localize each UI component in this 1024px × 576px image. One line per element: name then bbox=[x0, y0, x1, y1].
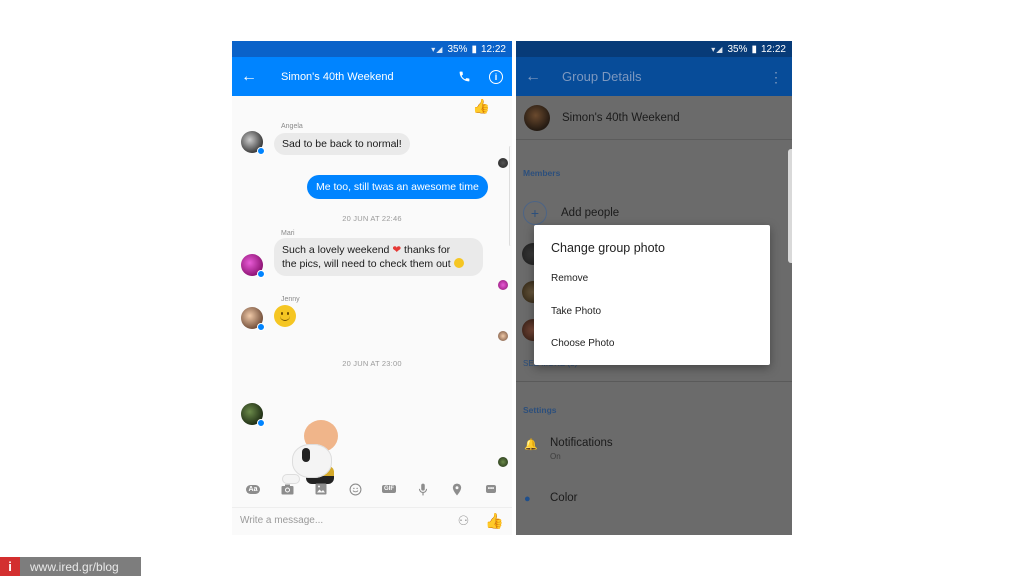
choose-photo-option[interactable]: Choose Photo bbox=[551, 338, 614, 349]
gif-button[interactable]: GIF bbox=[380, 482, 398, 496]
message-input[interactable] bbox=[240, 515, 458, 526]
emoji-button[interactable] bbox=[346, 482, 364, 496]
conversation-title: Simon's 40th Weekend bbox=[281, 70, 394, 83]
members-section-label: Members bbox=[523, 168, 561, 178]
clock: 12:22 bbox=[760, 43, 786, 55]
settings-section-label: Settings bbox=[523, 405, 557, 415]
more-button[interactable]: ••• bbox=[482, 482, 500, 496]
location-button[interactable] bbox=[448, 482, 466, 496]
add-people-label: Add people bbox=[561, 207, 620, 219]
message-bubble[interactable]: Sad to be back to normal! bbox=[274, 133, 410, 155]
read-receipt-avatar bbox=[498, 331, 508, 341]
image-icon bbox=[315, 483, 327, 495]
screenshot-canvas: ▾◢ 35% ▮ 12:22 ← Simon's 40th Weekend i … bbox=[0, 0, 1024, 576]
like-button-icon[interactable]: 👍 bbox=[485, 512, 504, 530]
avatar-mari[interactable] bbox=[241, 254, 265, 278]
message-bubble[interactable]: Such a lovely weekend ❤ thanks for the p… bbox=[274, 238, 483, 276]
clock: 12:22 bbox=[480, 43, 506, 55]
signal-icon: ▾◢ bbox=[711, 44, 724, 54]
remove-photo-option[interactable]: Remove bbox=[551, 273, 588, 284]
thumbs-up-icon: 👍 bbox=[472, 98, 490, 114]
battery-level: 35% bbox=[447, 43, 468, 55]
overflow-menu-button[interactable]: ⋮ bbox=[760, 70, 792, 84]
edge-panel-handle[interactable] bbox=[788, 149, 792, 263]
info-icon: i bbox=[489, 69, 503, 84]
plus-icon: + bbox=[523, 201, 547, 225]
composer-toolbar: Aa GIF ••• bbox=[232, 475, 512, 503]
change-group-photo-dialog: Change group photo Remove Take Photo Cho… bbox=[534, 225, 770, 365]
avatar-angela[interactable] bbox=[241, 131, 265, 155]
palette-icon: ● bbox=[524, 493, 531, 505]
camera-button[interactable] bbox=[278, 482, 296, 496]
smiley-emoji-icon bbox=[453, 258, 464, 268]
more-icon: ••• bbox=[485, 485, 497, 493]
back-arrow-icon[interactable]: ← bbox=[516, 68, 550, 86]
bell-icon: 🔔 bbox=[524, 439, 538, 451]
text-style-button[interactable]: Aa bbox=[244, 482, 262, 496]
message-composer: ⚇ 👍 bbox=[232, 507, 512, 533]
read-receipt-avatar bbox=[498, 158, 508, 168]
phone-icon bbox=[459, 71, 469, 82]
message-list[interactable]: 👍 Angela Sad to be back to normal! Me to… bbox=[232, 96, 512, 484]
avatar-sender[interactable] bbox=[241, 403, 265, 427]
heart-emoji-icon: ❤ bbox=[392, 244, 402, 256]
message-text: thanks for bbox=[401, 244, 451, 256]
microphone-button[interactable] bbox=[414, 482, 432, 496]
smiley-icon bbox=[349, 483, 361, 495]
sender-name: Mari bbox=[281, 230, 295, 237]
kebab-menu-icon: ⋮ bbox=[769, 68, 783, 85]
smiley-emoji-icon[interactable] bbox=[274, 305, 296, 327]
setting-title: Color bbox=[550, 492, 578, 504]
read-receipt-avatar bbox=[498, 280, 508, 290]
timestamp: 20 JUN AT 22:46 bbox=[342, 214, 402, 223]
group-avatar[interactable] bbox=[524, 104, 550, 131]
sender-name: Jenny bbox=[281, 296, 300, 303]
dialog-title: Change group photo bbox=[551, 241, 665, 255]
color-setting[interactable]: ● Color bbox=[524, 492, 577, 505]
chat-header: ← Simon's 40th Weekend i bbox=[232, 57, 512, 96]
sender-name: Angela bbox=[281, 123, 303, 130]
call-button[interactable] bbox=[448, 70, 480, 83]
message-text: Such a lovely weekend bbox=[282, 244, 390, 256]
notifications-setting[interactable]: 🔔 Notifications On bbox=[524, 437, 613, 461]
take-photo-option[interactable]: Take Photo bbox=[551, 306, 601, 317]
messenger-badge-icon bbox=[257, 323, 265, 331]
group-name-row[interactable]: Simon's 40th Weekend bbox=[516, 96, 792, 140]
location-pin-icon bbox=[452, 483, 462, 495]
signal-icon: ▾◢ bbox=[431, 44, 444, 54]
ired-logo-icon: i bbox=[0, 557, 20, 576]
messenger-badge-icon bbox=[257, 419, 265, 427]
watermark-url: www.ired.gr/blog bbox=[20, 557, 141, 576]
messenger-badge-icon bbox=[257, 270, 265, 278]
info-button[interactable]: i bbox=[480, 69, 512, 84]
group-name: Simon's 40th Weekend bbox=[562, 111, 680, 124]
page-title: Group Details bbox=[562, 69, 642, 84]
quick-replies-icon[interactable]: ⚇ bbox=[458, 513, 470, 529]
chat-screen: ▾◢ 35% ▮ 12:22 ← Simon's 40th Weekend i … bbox=[232, 41, 512, 535]
status-bar: ▾◢ 35% ▮ 12:22 bbox=[516, 41, 792, 57]
divider bbox=[516, 381, 792, 382]
avatar-jenny[interactable] bbox=[241, 307, 265, 331]
back-arrow-icon[interactable]: ← bbox=[232, 68, 266, 86]
message-text: the pics, will need to check them out bbox=[282, 258, 451, 270]
setting-subtitle: On bbox=[550, 452, 561, 461]
messenger-badge-icon bbox=[257, 147, 265, 155]
gallery-button[interactable] bbox=[312, 482, 330, 496]
group-details-screen: ▾◢ 35% ▮ 12:22 ← Group Details ⋮ Simon's… bbox=[516, 41, 792, 535]
timestamp: 20 JUN AT 23:00 bbox=[342, 359, 402, 368]
setting-title: Notifications bbox=[550, 437, 613, 449]
battery-icon: ▮ bbox=[751, 43, 757, 55]
status-bar: ▾◢ 35% ▮ 12:22 bbox=[232, 41, 512, 57]
watermark: i www.ired.gr/blog bbox=[0, 557, 141, 576]
group-details-header: ← Group Details ⋮ bbox=[516, 57, 792, 96]
camera-icon bbox=[281, 484, 293, 494]
scrollbar[interactable] bbox=[509, 146, 512, 246]
microphone-icon bbox=[418, 483, 428, 495]
battery-level: 35% bbox=[727, 43, 748, 55]
read-receipt-avatar bbox=[498, 457, 508, 467]
add-people-row[interactable]: + Add people bbox=[523, 201, 619, 225]
battery-icon: ▮ bbox=[471, 43, 477, 55]
message-bubble-outgoing[interactable]: Me too, still twas an awesome time bbox=[307, 175, 488, 199]
